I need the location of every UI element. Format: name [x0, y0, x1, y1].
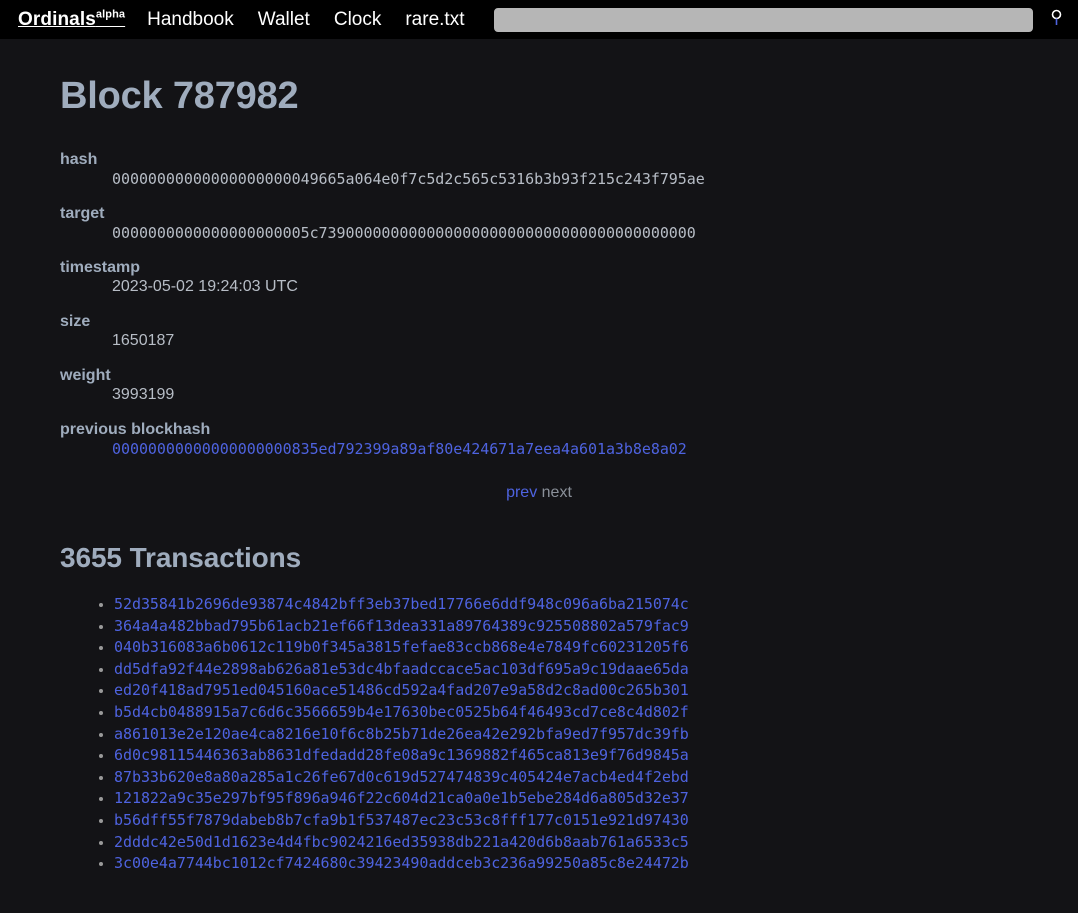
- transaction-link[interactable]: 6d0c98115446363ab8631dfedadd28fe08a9c136…: [114, 746, 689, 764]
- prev-block-link[interactable]: prev: [506, 484, 537, 501]
- detail-value-size: 1650187: [112, 332, 175, 349]
- search-icon: [1050, 9, 1063, 30]
- transaction-link[interactable]: dd5dfa92f44e2898ab626a81e53dc4bfaadccace…: [114, 660, 689, 678]
- list-item: 52d35841b2696de93874c4842bff3eb37bed1776…: [114, 595, 1018, 614]
- brand-alpha-badge: alpha: [95, 8, 126, 21]
- detail-value-timestamp: 2023-05-02 19:24:03 UTC: [112, 278, 298, 295]
- detail-value-previous-blockhash: 00000000000000000000835ed792399a89af80e4…: [112, 440, 1018, 458]
- search-form: [494, 7, 1067, 32]
- search-submit-button[interactable]: [1045, 8, 1067, 32]
- page-title: Block 787982: [60, 75, 299, 117]
- transaction-link[interactable]: 2dddc42e50d1d1623e4d4fbc9024216ed35938db…: [114, 833, 689, 851]
- list-item: dd5dfa92f44e2898ab626a81e53dc4bfaadccace…: [114, 660, 1018, 679]
- list-item: b5d4cb0488915a7c6d6c3566659b4e17630bec05…: [114, 703, 1018, 722]
- next-block-link-disabled: next: [541, 484, 572, 501]
- transaction-link[interactable]: 364a4a482bbad795b61acb21ef66f13dea331a89…: [114, 617, 689, 635]
- block-pagination: prev next: [60, 484, 1018, 502]
- list-item: a861013e2e120ae4ca8216e10f6c8b25b71de26e…: [114, 725, 1018, 744]
- list-item: 040b316083a6b0612c119b0f345a3815fefae83c…: [114, 638, 1018, 657]
- nav-link-rare-txt[interactable]: rare.txt: [405, 9, 464, 31]
- previous-blockhash-link[interactable]: 00000000000000000000835ed792399a89af80e4…: [112, 440, 687, 458]
- nav-link-clock[interactable]: Clock: [334, 9, 382, 31]
- detail-value-target: 0000000000000000000005c73900000000000000…: [112, 224, 696, 242]
- transaction-link[interactable]: b5d4cb0488915a7c6d6c3566659b4e17630bec05…: [114, 703, 689, 721]
- brand-name: Ordinals: [18, 8, 96, 30]
- list-item: b56dff55f7879dabeb8b7cfa9b1f537487ec23c5…: [114, 811, 1018, 830]
- transaction-link[interactable]: 52d35841b2696de93874c4842bff3eb37bed1776…: [114, 595, 689, 613]
- list-item: 364a4a482bbad795b61acb21ef66f13dea331a89…: [114, 617, 1018, 636]
- list-item: 121822a9c35e297bf95f896a946f22c604d21ca0…: [114, 789, 1018, 808]
- transaction-link[interactable]: a861013e2e120ae4ca8216e10f6c8b25b71de26e…: [114, 725, 689, 743]
- nav-link-wallet[interactable]: Wallet: [258, 9, 310, 31]
- transaction-link[interactable]: b56dff55f7879dabeb8b7cfa9b1f537487ec23c5…: [114, 811, 689, 829]
- transactions-heading: 3655 Transactions: [60, 542, 302, 573]
- detail-label-previous-blockhash: previous blockhash: [60, 421, 211, 438]
- list-item: 87b33b620e8a80a285a1c26fe67d0c619d527474…: [114, 768, 1018, 787]
- transaction-link[interactable]: 3c00e4a7744bc1012cf7424680c39423490addce…: [114, 854, 689, 872]
- nav-link-handbook[interactable]: Handbook: [147, 9, 234, 31]
- transaction-list: 52d35841b2696de93874c4842bff3eb37bed1776…: [60, 595, 1018, 873]
- detail-label-hash: hash: [60, 151, 98, 168]
- transaction-link[interactable]: 040b316083a6b0612c119b0f345a3815fefae83c…: [114, 638, 689, 656]
- list-item: ed20f418ad7951ed045160ace51486cd592a4fad…: [114, 681, 1018, 700]
- list-item: 2dddc42e50d1d1623e4d4fbc9024216ed35938db…: [114, 833, 1018, 852]
- transaction-link[interactable]: 121822a9c35e297bf95f896a946f22c604d21ca0…: [114, 789, 689, 807]
- list-item: 3c00e4a7744bc1012cf7424680c39423490addce…: [114, 854, 1018, 873]
- search-input[interactable]: [494, 7, 1033, 32]
- top-navigation-bar: Ordinalsalpha Handbook Wallet Clock rare…: [0, 0, 1078, 39]
- transaction-link[interactable]: 87b33b620e8a80a285a1c26fe67d0c619d527474…: [114, 768, 689, 786]
- detail-label-size: size: [60, 313, 91, 330]
- detail-label-weight: weight: [60, 367, 111, 384]
- detail-label-target: target: [60, 205, 105, 222]
- detail-value-weight: 3993199: [112, 386, 175, 403]
- main-content: Block 787982 hash 0000000000000000000004…: [0, 75, 1078, 873]
- detail-value-hash: 00000000000000000000049665a064e0f7c5d2c5…: [112, 170, 705, 188]
- block-details-list: hash 00000000000000000000049665a064e0f7c…: [60, 151, 1018, 458]
- list-item: 6d0c98115446363ab8631dfedadd28fe08a9c136…: [114, 746, 1018, 765]
- detail-label-timestamp: timestamp: [60, 259, 141, 276]
- transaction-link[interactable]: ed20f418ad7951ed045160ace51486cd592a4fad…: [114, 681, 689, 699]
- brand-logo-ordinals[interactable]: Ordinalsalpha: [18, 9, 125, 31]
